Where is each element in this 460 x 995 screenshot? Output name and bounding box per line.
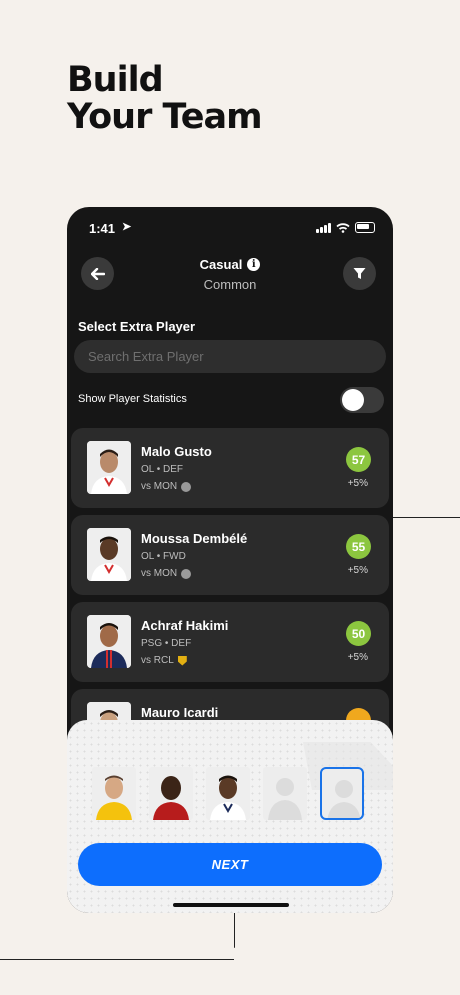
home-indicator: [173, 903, 289, 907]
signal-icon: [316, 222, 331, 233]
battery-icon: [355, 222, 375, 233]
player-placeholder-icon: [268, 778, 302, 820]
club-badge-icon: [177, 655, 187, 666]
toggle-knob: [342, 389, 364, 411]
next-button[interactable]: NEXT: [78, 843, 382, 886]
player-score-badge: 57: [346, 447, 371, 472]
headline-line-2: Your Team: [67, 97, 263, 137]
team-slot-filled[interactable]: [92, 767, 136, 820]
info-icon[interactable]: i: [247, 258, 261, 271]
player-placeholder-icon: [327, 780, 361, 818]
player-card[interactable]: Moussa Dembélé OL • FWD vs MON 55 +5%: [71, 515, 389, 595]
player-opponent: vs MON: [141, 568, 192, 579]
player-score-badge: 50: [346, 621, 371, 646]
opponent-label: vs MON: [141, 568, 178, 579]
player-change: +5%: [347, 652, 368, 663]
page-headline: Build Your Team: [67, 60, 263, 137]
team-slot-selected[interactable]: [320, 767, 364, 820]
search-input[interactable]: [74, 340, 386, 373]
connector-line-bottom-horizontal: [0, 959, 234, 960]
section-title: Select Extra Player: [78, 319, 196, 334]
player-score-badge: 55: [346, 534, 371, 559]
location-arrow-icon: ➤: [122, 221, 132, 233]
club-badge-icon: [181, 568, 192, 579]
opponent-label: vs MON: [141, 481, 178, 492]
stats-toggle[interactable]: [340, 387, 384, 413]
player-meta: PSG • DEF: [141, 638, 192, 649]
player-change: +5%: [347, 565, 368, 576]
player-meta: OL • FWD: [141, 551, 186, 562]
player-name: Moussa Dembélé: [141, 531, 248, 546]
player-avatar: [87, 615, 131, 668]
connector-line-right: [392, 517, 460, 518]
player-name: Achraf Hakimi: [141, 618, 229, 633]
player-meta: OL • DEF: [141, 464, 184, 475]
player-card[interactable]: Achraf Hakimi PSG • DEF vs RCL 50 +5%: [71, 602, 389, 682]
team-slot-empty[interactable]: [263, 767, 307, 820]
wifi-icon: [336, 222, 350, 233]
club-badge-icon: [181, 481, 192, 492]
player-opponent: vs MON: [141, 481, 192, 492]
opponent-label: vs RCL: [141, 655, 174, 666]
status-bar: 1:41 ➤: [89, 219, 375, 237]
team-slot-filled[interactable]: [149, 767, 193, 820]
headline-line-1: Build: [67, 60, 164, 100]
player-avatar: [87, 441, 131, 494]
player-avatar: [87, 528, 131, 581]
player-change: +5%: [347, 478, 368, 489]
filter-button[interactable]: [343, 257, 376, 290]
stats-toggle-label: Show Player Statistics: [78, 393, 187, 405]
phone-screen: 1:41 ➤ Casual i Common Select Extra Play…: [67, 207, 393, 913]
player-card[interactable]: Malo Gusto OL • DEF vs MON 57 +5%: [71, 428, 389, 508]
connector-line-bottom-vertical: [234, 910, 235, 948]
team-tray: NEXT: [67, 720, 393, 913]
team-slot-filled[interactable]: [206, 767, 250, 820]
status-time: 1:41: [89, 221, 116, 236]
player-name: Mauro Icardi: [141, 705, 219, 720]
player-opponent: vs RCL: [141, 655, 187, 666]
page-title: Casual: [199, 257, 243, 272]
filter-icon: [353, 268, 366, 279]
player-name: Malo Gusto: [141, 444, 212, 459]
